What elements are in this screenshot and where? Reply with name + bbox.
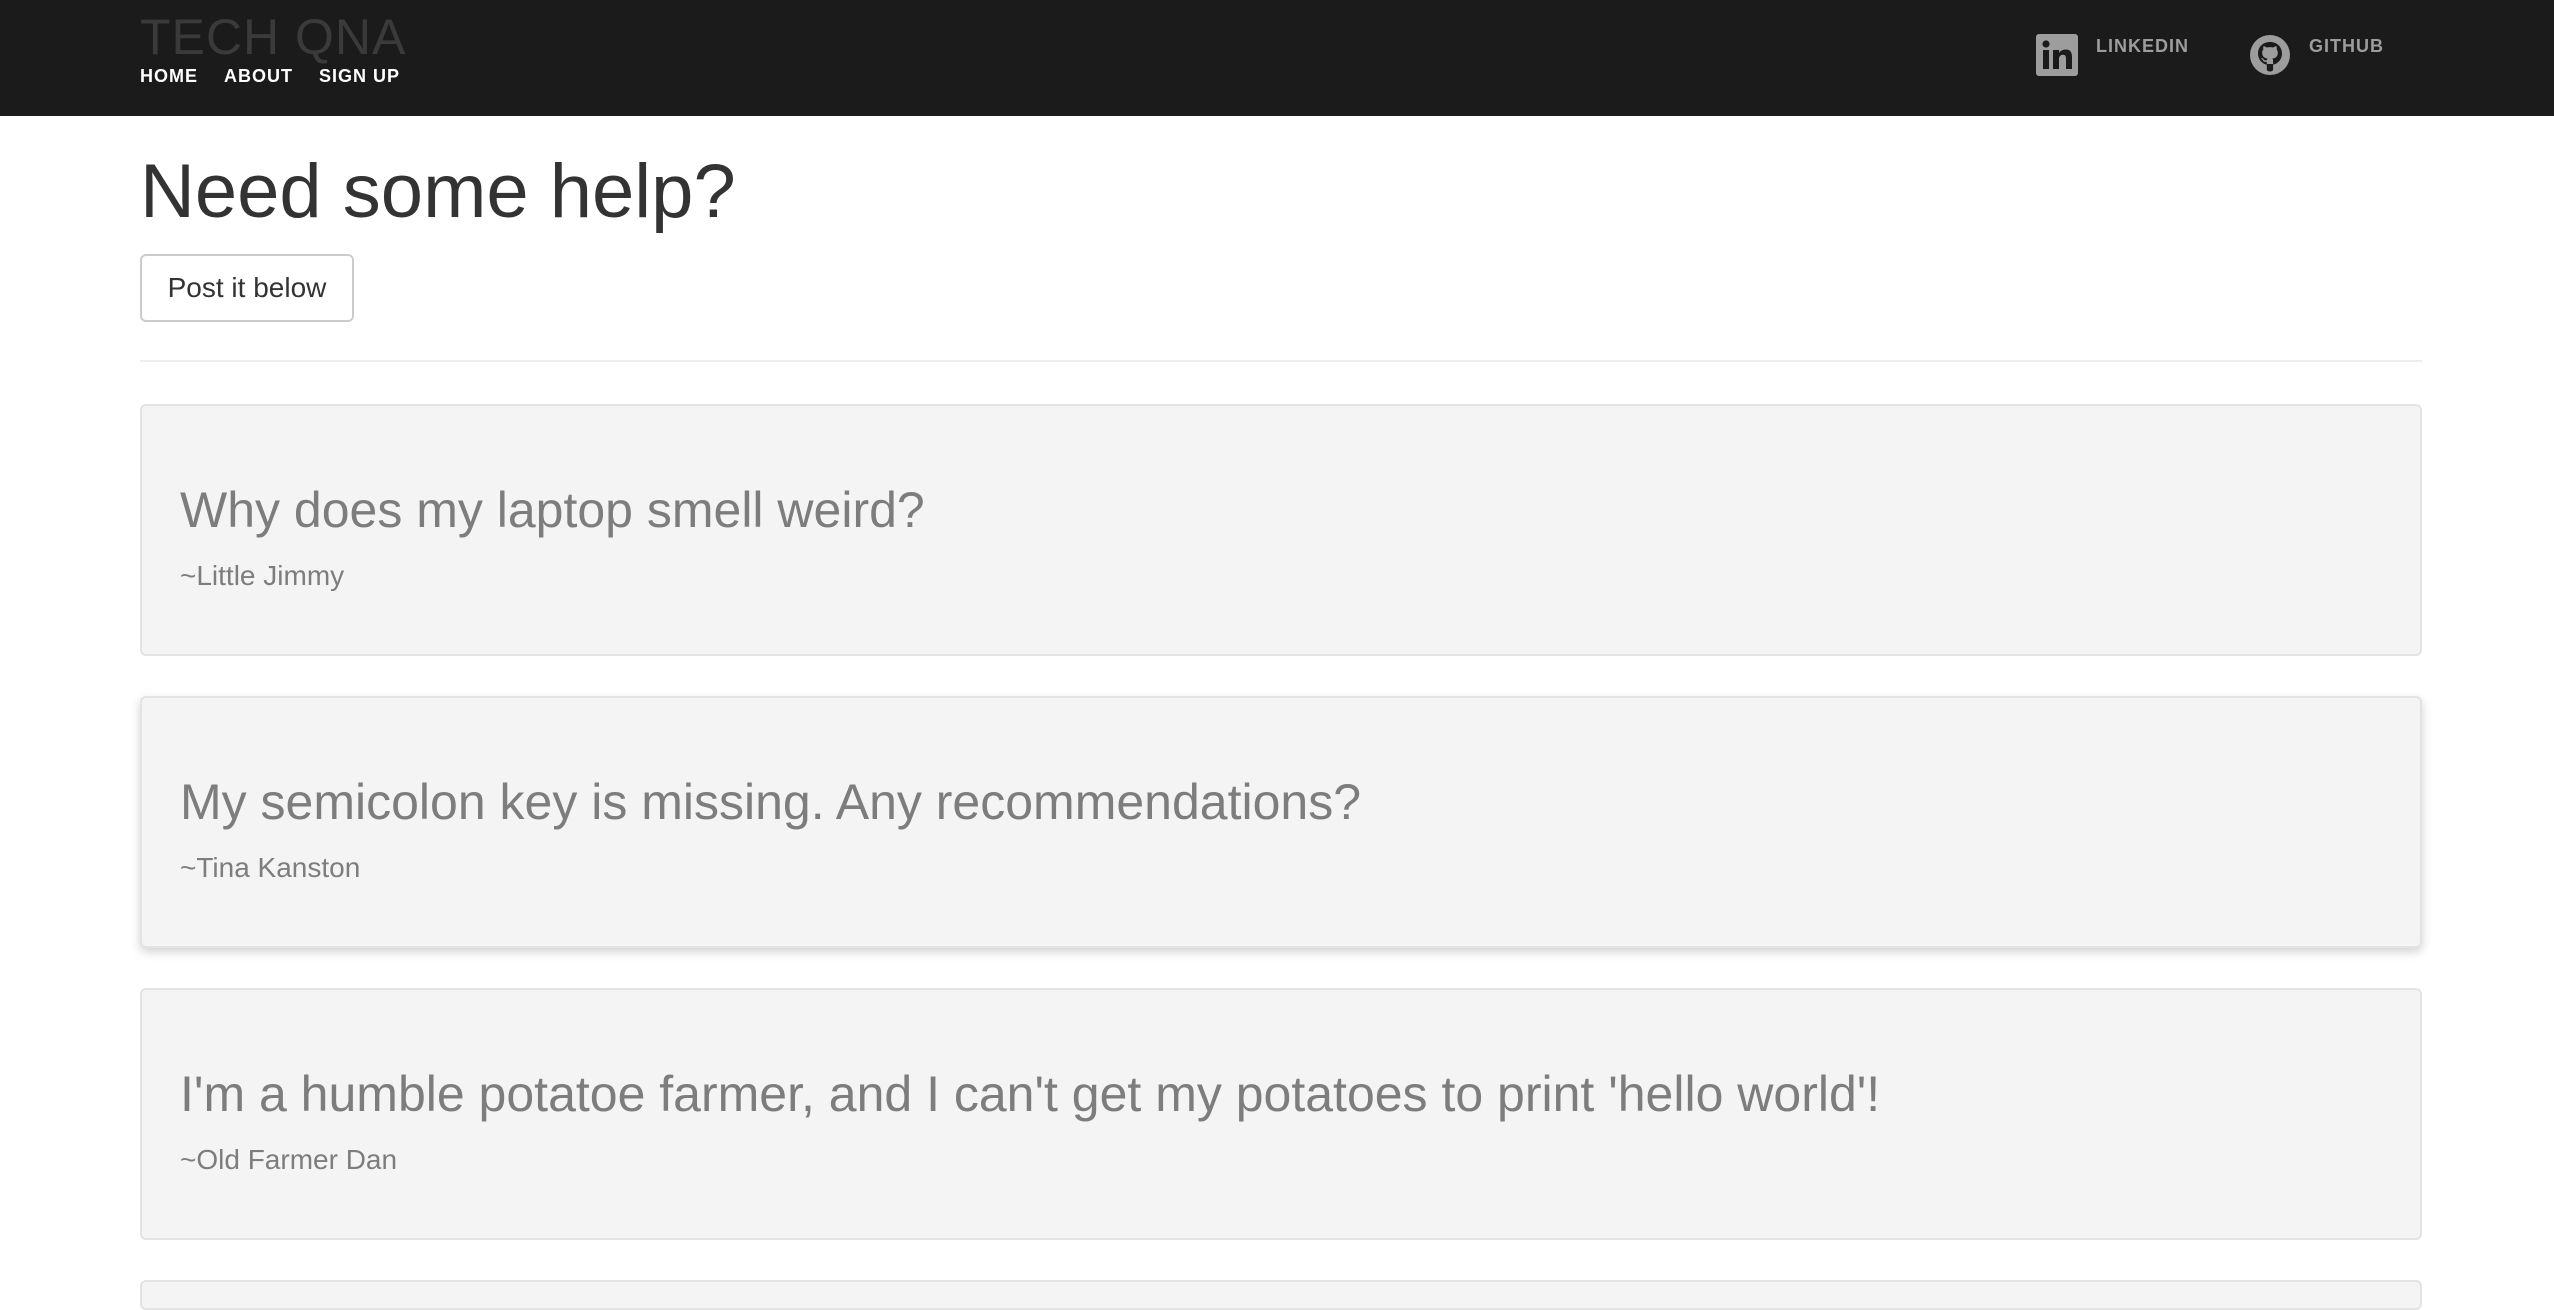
github-link[interactable]: GITHUB [2249, 30, 2384, 76]
linkedin-link[interactable]: LINKEDIN [2036, 30, 2189, 76]
brand-logo[interactable]: TECH QNA [140, 12, 406, 62]
question-card[interactable]: I'm a humble potatoe farmer, and I can't… [140, 988, 2422, 1240]
question-title: Why does my laptop smell weird? [180, 482, 925, 538]
question-author: ~Little Jimmy [180, 560, 345, 591]
github-label: GITHUB [2309, 36, 2384, 56]
linkedin-label: LINKEDIN [2096, 36, 2189, 56]
question-card[interactable]: Why does my laptop smell weird? ~Little … [140, 404, 2422, 656]
question-author: ~Tina Kanston [180, 852, 361, 883]
nav-link-home[interactable]: HOME [140, 66, 198, 87]
nav-link-sign-up[interactable]: SIGN UP [319, 66, 400, 87]
linkedin-icon [2036, 34, 2078, 76]
github-icon [2250, 35, 2290, 75]
question-card[interactable]: My semicolon key is missing. Any recomme… [140, 696, 2422, 948]
question-author: ~Old Farmer Dan [180, 1144, 398, 1175]
question-title: My semicolon key is missing. Any recomme… [180, 774, 1362, 830]
post-question-button[interactable]: Post it below [140, 254, 354, 322]
nav-link-about[interactable]: ABOUT [224, 66, 293, 87]
nav-links: HOME ABOUT SIGN UP [140, 66, 400, 87]
top-navbar: TECH QNA HOME ABOUT SIGN UP LINKEDIN GIT… [0, 0, 2554, 116]
page-title: Need some help? [140, 149, 736, 234]
question-title: I'm a humble potatoe farmer, and I can't… [180, 1066, 1881, 1122]
question-card-partial[interactable] [140, 1280, 2422, 1310]
divider [140, 360, 2422, 362]
